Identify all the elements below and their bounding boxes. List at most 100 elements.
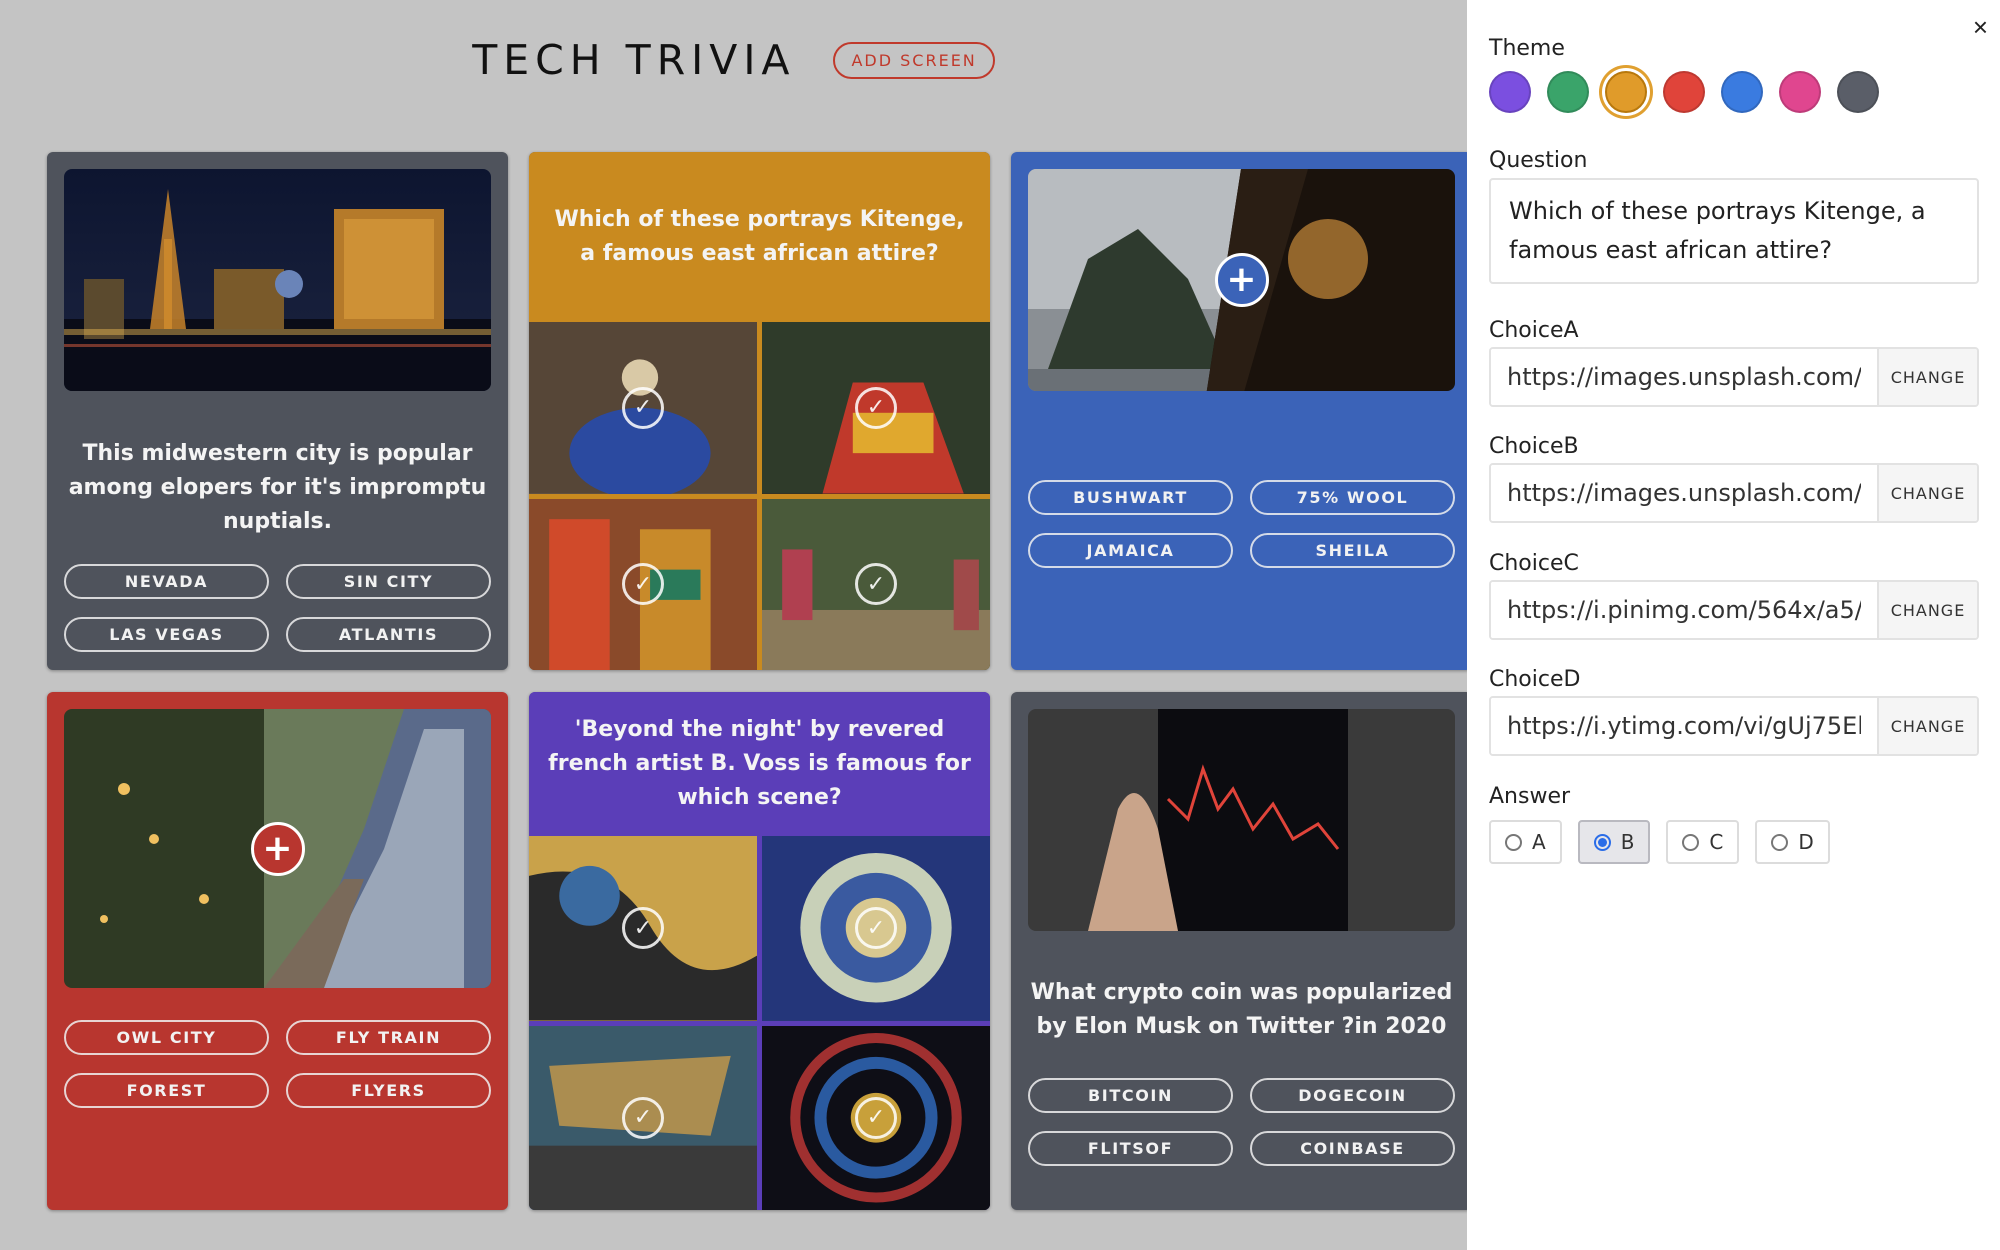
choice-pill[interactable]: OWL CITY [64, 1020, 269, 1055]
card-blue[interactable]: + BUSHWART 75% WOOL JAMAICA SHEILA [1011, 152, 1467, 670]
choice-b-label: ChoiceB [1489, 434, 1579, 459]
choice-b-input[interactable] [1491, 465, 1877, 521]
answer-options: A B C D [1489, 820, 1830, 864]
answer-label: Answer [1489, 784, 1571, 809]
choice-d-row: CHANGE [1489, 696, 1979, 756]
choice-list: OWL CITY FLY TRAIN FOREST FLYERS [64, 1020, 491, 1108]
choice-pill[interactable]: LAS VEGAS [64, 617, 269, 652]
answer-option-label: D [1798, 830, 1814, 854]
choice-c-row: CHANGE [1489, 580, 1979, 640]
check-icon: ✓ [855, 386, 897, 429]
theme-label: Theme [1489, 36, 1565, 61]
choice-pill[interactable]: BITCOIN [1028, 1078, 1233, 1113]
image-choice[interactable]: ✓ [529, 836, 757, 1021]
theme-swatch[interactable] [1547, 71, 1589, 113]
add-image-icon[interactable]: + [1214, 253, 1269, 307]
choice-a-change-button[interactable]: CHANGE [1877, 349, 1977, 405]
landscape-photo: + [1028, 169, 1455, 391]
image-choice[interactable]: ✓ [762, 322, 990, 494]
answer-option[interactable]: A [1489, 820, 1562, 864]
answer-option-label: C [1709, 830, 1724, 854]
choice-a-row: CHANGE [1489, 347, 1979, 407]
check-icon: ✓ [622, 1096, 664, 1139]
radio-icon[interactable] [1593, 833, 1611, 851]
answer-option-label: B [1620, 830, 1635, 854]
card-kitenge[interactable]: Which of these portrays Kitenge, a famou… [529, 152, 990, 670]
choice-pill[interactable]: SIN CITY [286, 564, 491, 599]
choice-pill[interactable]: FOREST [64, 1073, 269, 1108]
choice-pill[interactable]: BUSHWART [1028, 480, 1233, 515]
choice-list: NEVADA SIN CITY LAS VEGAS ATLANTIS [64, 564, 491, 652]
choice-pill[interactable]: DOGECOIN [1250, 1078, 1455, 1113]
choice-pill[interactable]: 75% WOOL [1250, 480, 1455, 515]
question-label: Question [1489, 148, 1588, 173]
question-input[interactable]: Which of these portrays Kitenge, a famou… [1489, 178, 1979, 284]
answer-option[interactable]: B [1577, 820, 1651, 864]
add-image-icon[interactable]: + [250, 821, 305, 876]
choice-c-change-button[interactable]: CHANGE [1877, 582, 1977, 638]
choice-d-label: ChoiceD [1489, 667, 1581, 692]
add-screen-button[interactable]: ADD SCREEN [833, 41, 995, 79]
answer-option-label: A [1532, 830, 1546, 854]
theme-swatch[interactable] [1605, 71, 1647, 113]
header: TECH TRIVIA ADD SCREEN [0, 32, 1467, 88]
choice-pill[interactable]: NEVADA [64, 564, 269, 599]
theme-swatch[interactable] [1663, 71, 1705, 113]
choice-c-input[interactable] [1491, 582, 1877, 638]
phone-photo [1028, 709, 1455, 931]
choice-b-row: CHANGE [1489, 463, 1979, 523]
choice-pill[interactable]: FLYERS [286, 1073, 491, 1108]
choice-d-input[interactable] [1491, 698, 1877, 754]
choice-a-input[interactable] [1491, 349, 1877, 405]
choice-a-label: ChoiceA [1489, 318, 1579, 343]
choice-pill[interactable]: JAMAICA [1028, 533, 1233, 568]
choice-pill[interactable]: FLY TRAIN [286, 1020, 491, 1055]
check-icon: ✓ [855, 907, 897, 950]
card-crypto[interactable]: What crypto coin was popularized by Elon… [1011, 692, 1467, 1210]
theme-swatches [1489, 71, 1879, 113]
card-question: What crypto coin was popularized by Elon… [1030, 980, 1453, 1039]
radio-icon[interactable] [1505, 833, 1522, 851]
image-choice[interactable]: ✓ [762, 498, 990, 670]
choice-pill[interactable]: SHEILA [1250, 533, 1455, 568]
choice-b-change-button[interactable]: CHANGE [1877, 465, 1977, 521]
radio-icon[interactable] [1682, 833, 1700, 851]
check-icon: ✓ [855, 563, 897, 606]
theme-swatch[interactable] [1779, 71, 1821, 113]
train-photo: + [64, 709, 491, 988]
choice-pill[interactable]: ATLANTIS [286, 617, 491, 652]
choice-d-change-button[interactable]: CHANGE [1877, 698, 1977, 754]
card-voss[interactable]: 'Beyond the night' by revered french art… [529, 692, 990, 1210]
close-icon[interactable]: × [1973, 12, 1988, 43]
image-choice[interactable]: ✓ [762, 836, 990, 1021]
answer-option[interactable]: D [1755, 820, 1830, 864]
theme-swatch[interactable] [1489, 71, 1531, 113]
theme-swatch[interactable] [1837, 71, 1879, 113]
settings-panel: × Theme Question Which of these portrays… [1467, 0, 2000, 1250]
image-choice-grid: ✓ ✓ ✓ ✓ [529, 322, 990, 670]
image-choice[interactable]: ✓ [529, 322, 757, 494]
check-icon: ✓ [622, 907, 664, 950]
card-question: 'Beyond the night' by revered french art… [529, 692, 990, 836]
choice-list: BUSHWART 75% WOOL JAMAICA SHEILA [1028, 480, 1455, 568]
image-choice[interactable]: ✓ [762, 1025, 990, 1210]
image-choice-grid: ✓ ✓ ✓ ✓ [529, 836, 990, 1210]
card-question: Which of these portrays Kitenge, a famou… [529, 152, 990, 322]
radio-icon[interactable] [1771, 833, 1789, 851]
card-vegas[interactable]: This midwestern city is popular among el… [47, 152, 508, 670]
vegas-photo [64, 169, 491, 391]
choice-c-label: ChoiceC [1489, 551, 1579, 576]
check-icon: ✓ [622, 386, 664, 429]
theme-swatch[interactable] [1721, 71, 1763, 113]
choice-list: BITCOIN DOGECOIN FLITSOF COINBASE [1028, 1078, 1455, 1166]
image-choice[interactable]: ✓ [529, 498, 757, 670]
image-choice[interactable]: ✓ [529, 1025, 757, 1210]
canvas: TECH TRIVIA ADD SCREEN This midwestern c… [0, 0, 1467, 1250]
check-icon: ✓ [855, 1096, 897, 1139]
choice-pill[interactable]: COINBASE [1250, 1131, 1455, 1166]
card-train[interactable]: + OWL CITY FLY TRAIN FOREST FLYERS [47, 692, 508, 1210]
check-icon: ✓ [622, 563, 664, 606]
choice-pill[interactable]: FLITSOF [1028, 1131, 1233, 1166]
answer-option[interactable]: C [1666, 820, 1740, 864]
card-question: This midwestern city is popular among el… [68, 441, 487, 534]
